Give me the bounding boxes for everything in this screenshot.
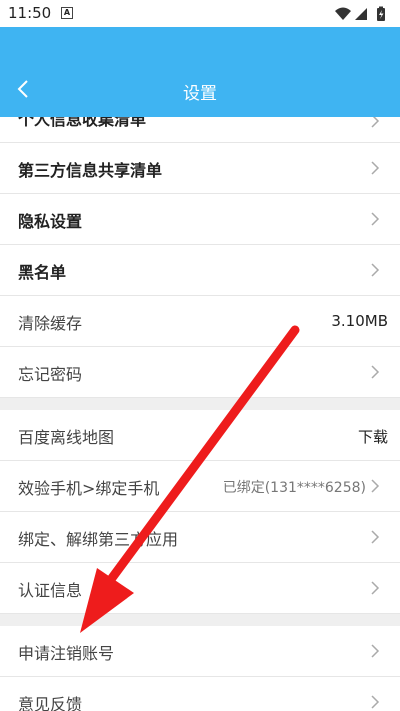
row-third-party-apps[interactable]: 绑定、解绑第三方应用 (0, 512, 400, 563)
notification-icon: A (61, 7, 73, 19)
row-label: 黑名单 (18, 263, 67, 282)
row-label: 个人信息收集清单 (18, 117, 147, 129)
status-bar: 11:50 A (0, 0, 400, 27)
chevron-right-icon (371, 365, 380, 379)
bound-phone-value: 已绑定(131****6258) (222, 480, 366, 496)
row-feedback[interactable]: 意见反馈 (0, 677, 400, 711)
row-label: 申请注销账号 (18, 644, 115, 663)
chevron-right-icon (371, 263, 380, 277)
cache-size-value: 3.10MB (331, 312, 388, 330)
row-label: 百度离线地图 (18, 428, 115, 447)
download-link[interactable]: 下载 (358, 426, 388, 447)
chevron-right-icon (371, 479, 380, 493)
battery-icon (377, 6, 385, 21)
chevron-right-icon (371, 161, 380, 175)
row-label: 效验手机>绑定手机 (18, 479, 160, 498)
row-label: 清除缓存 (18, 314, 83, 333)
row-label: 忘记密码 (18, 365, 83, 384)
row-verify-phone[interactable]: 效验手机>绑定手机 已绑定(131****6258) (0, 461, 400, 512)
settings-section-account: 个人信息收集清单 第三方信息共享清单 隐私设置 黑名单 清除缓存 3.10MB … (0, 117, 400, 398)
section-divider (0, 614, 400, 626)
chevron-right-icon (371, 581, 380, 595)
chevron-right-icon (371, 695, 380, 709)
row-label: 第三方信息共享清单 (18, 161, 163, 180)
settings-section-bindings: 百度离线地图 下载 效验手机>绑定手机 已绑定(131****6258) 绑定、… (0, 410, 400, 614)
row-baidu-offline-map[interactable]: 百度离线地图 下载 (0, 410, 400, 461)
app-bar: 设置 (0, 27, 400, 117)
settings-section-account-actions: 申请注销账号 意见反馈 (0, 626, 400, 711)
chevron-right-icon (371, 644, 380, 658)
row-third-party-sharing[interactable]: 第三方信息共享清单 (0, 143, 400, 194)
chevron-right-icon (371, 530, 380, 544)
row-forgot-password[interactable]: 忘记密码 (0, 347, 400, 398)
row-label: 绑定、解绑第三方应用 (18, 530, 179, 549)
signal-icon (355, 8, 367, 20)
page-title: 设置 (183, 84, 217, 104)
chevron-right-icon (371, 212, 380, 226)
status-icons (334, 6, 390, 26)
row-label: 认证信息 (18, 581, 83, 600)
section-divider (0, 398, 400, 410)
row-cancel-account[interactable]: 申请注销账号 (0, 626, 400, 677)
row-label: 隐私设置 (18, 212, 83, 231)
row-label: 意见反馈 (18, 695, 83, 711)
chevron-right-icon (371, 117, 380, 128)
status-time: 11:50 (8, 4, 52, 22)
row-privacy-settings[interactable]: 隐私设置 (0, 194, 400, 245)
row-personal-info-list[interactable]: 个人信息收集清单 (0, 117, 400, 143)
settings-list: 个人信息收集清单 第三方信息共享清单 隐私设置 黑名单 清除缓存 3.10MB … (0, 117, 400, 711)
wifi-icon (335, 7, 351, 20)
row-blacklist[interactable]: 黑名单 (0, 245, 400, 296)
row-clear-cache[interactable]: 清除缓存 3.10MB (0, 296, 400, 347)
row-certification-info[interactable]: 认证信息 (0, 563, 400, 614)
